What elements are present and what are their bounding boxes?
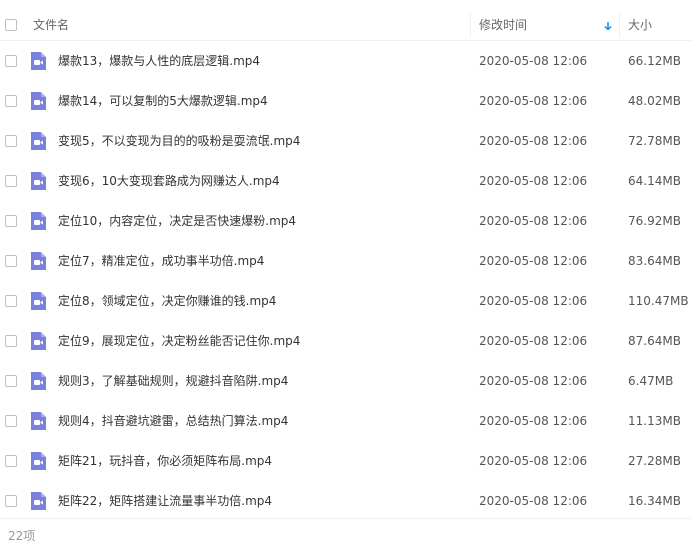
row-checkbox[interactable] xyxy=(5,455,17,467)
table-row[interactable]: 定位7，精准定位，成功事半功倍.mp4 2020-05-08 12:06 83.64… xyxy=(0,241,691,281)
row-checkbox[interactable] xyxy=(5,415,17,427)
video-file-icon xyxy=(31,212,46,230)
table-row[interactable]: 爆款13，爆款与人性的底层逻辑.mp4 2020-05-08 12:06 66.12… xyxy=(0,41,691,81)
table-row[interactable]: 定位8，领域定位，决定你赚谁的钱.mp4 2020-05-08 12:06 110.… xyxy=(0,281,691,321)
file-size: 27.28MB xyxy=(628,454,681,468)
video-file-icon xyxy=(31,52,46,70)
row-checkbox[interactable] xyxy=(5,55,17,67)
table-row[interactable]: 变现5，不以变现为目的的吸粉是耍流氓.mp4 2020-05-08 12:06 72… xyxy=(0,121,691,161)
video-file-icon xyxy=(31,172,46,190)
file-modified-date: 2020-05-08 12:06 xyxy=(479,454,588,468)
file-name[interactable]: 变现6，10大变现套路成为网赚达人.mp4 xyxy=(58,161,280,201)
file-name[interactable]: 定位10，内容定位，决定是否快速爆粉.mp4 xyxy=(58,201,296,241)
row-checkbox[interactable] xyxy=(5,95,17,107)
row-checkbox[interactable] xyxy=(5,175,17,187)
column-header-size[interactable]: 大小 xyxy=(628,10,652,40)
file-size: 83.64MB xyxy=(628,254,681,268)
column-divider[interactable] xyxy=(619,12,620,38)
video-file-icon xyxy=(31,292,46,310)
file-modified-date: 2020-05-08 12:06 xyxy=(479,214,588,228)
video-file-icon xyxy=(31,412,46,430)
row-checkbox[interactable] xyxy=(5,495,17,507)
file-modified-date: 2020-05-08 12:06 xyxy=(479,54,588,68)
file-name[interactable]: 定位9，展现定位，决定粉丝能否记住你.mp4 xyxy=(58,321,300,361)
row-checkbox[interactable] xyxy=(5,295,17,307)
file-list: 爆款13，爆款与人性的底层逻辑.mp4 2020-05-08 12:06 66.12… xyxy=(0,41,691,521)
file-modified-date: 2020-05-08 12:06 xyxy=(479,134,588,148)
file-size: 76.92MB xyxy=(628,214,681,228)
video-file-icon xyxy=(31,492,46,510)
video-file-icon xyxy=(31,252,46,270)
table-row[interactable]: 规则4，抖音避坑避雷，总结热门算法.mp4 2020-05-08 12:06 11.… xyxy=(0,401,691,441)
file-size: 16.34MB xyxy=(628,494,681,508)
file-modified-date: 2020-05-08 12:06 xyxy=(479,494,588,508)
table-header: 文件名 修改时间 大小 xyxy=(0,10,691,41)
file-name[interactable]: 变现5，不以变现为目的的吸粉是耍流氓.mp4 xyxy=(58,121,300,161)
file-name[interactable]: 矩阵21，玩抖音，你必须矩阵布局.mp4 xyxy=(58,441,272,481)
table-row[interactable]: 规则3，了解基础规则，规避抖音陷阱.mp4 2020-05-08 12:06 6.4… xyxy=(0,361,691,401)
file-size: 6.47MB xyxy=(628,374,674,388)
file-size: 48.02MB xyxy=(628,94,681,108)
table-row[interactable]: 爆款14，可以复制的5大爆款逻辑.mp4 2020-05-08 12:06 48.0… xyxy=(0,81,691,121)
video-file-icon xyxy=(31,372,46,390)
file-size: 66.12MB xyxy=(628,54,681,68)
file-size: 87.64MB xyxy=(628,334,681,348)
table-row[interactable]: 矩阵22，矩阵搭建让流量事半功倍.mp4 2020-05-08 12:06 16.3… xyxy=(0,481,691,521)
file-size: 64.14MB xyxy=(628,174,681,188)
column-header-name[interactable]: 文件名 xyxy=(33,10,69,40)
video-file-icon xyxy=(31,332,46,350)
file-modified-date: 2020-05-08 12:06 xyxy=(479,174,588,188)
file-name[interactable]: 定位8，领域定位，决定你赚谁的钱.mp4 xyxy=(58,281,276,321)
file-modified-date: 2020-05-08 12:06 xyxy=(479,334,588,348)
table-row[interactable]: 矩阵21，玩抖音，你必须矩阵布局.mp4 2020-05-08 12:06 27.2… xyxy=(0,441,691,481)
file-name[interactable]: 规则4，抖音避坑避雷，总结热门算法.mp4 xyxy=(58,401,288,441)
item-count: 22项 xyxy=(8,529,36,543)
table-row[interactable]: 定位10，内容定位，决定是否快速爆粉.mp4 2020-05-08 12:06 76… xyxy=(0,201,691,241)
column-divider[interactable] xyxy=(470,12,471,38)
file-modified-date: 2020-05-08 12:06 xyxy=(479,374,588,388)
file-size: 110.47MB xyxy=(628,294,689,308)
status-bar: 22项 xyxy=(0,518,691,545)
file-modified-date: 2020-05-08 12:06 xyxy=(479,254,588,268)
video-file-icon xyxy=(31,452,46,470)
file-modified-date: 2020-05-08 12:06 xyxy=(479,94,588,108)
row-checkbox[interactable] xyxy=(5,255,17,267)
row-checkbox[interactable] xyxy=(5,335,17,347)
file-modified-date: 2020-05-08 12:06 xyxy=(479,294,588,308)
file-name[interactable]: 爆款13，爆款与人性的底层逻辑.mp4 xyxy=(58,41,260,81)
column-header-modified[interactable]: 修改时间 xyxy=(479,10,527,40)
video-file-icon xyxy=(31,92,46,110)
select-all-checkbox[interactable] xyxy=(5,19,17,31)
video-file-icon xyxy=(31,132,46,150)
file-name[interactable]: 规则3，了解基础规则，规避抖音陷阱.mp4 xyxy=(58,361,288,401)
file-modified-date: 2020-05-08 12:06 xyxy=(479,414,588,428)
file-size: 72.78MB xyxy=(628,134,681,148)
file-size: 11.13MB xyxy=(628,414,681,428)
arrow-down-icon[interactable] xyxy=(603,21,613,31)
table-row[interactable]: 定位9，展现定位，决定粉丝能否记住你.mp4 2020-05-08 12:06 87… xyxy=(0,321,691,361)
row-checkbox[interactable] xyxy=(5,215,17,227)
file-name[interactable]: 爆款14，可以复制的5大爆款逻辑.mp4 xyxy=(58,81,268,121)
file-name[interactable]: 定位7，精准定位，成功事半功倍.mp4 xyxy=(58,241,264,281)
row-checkbox[interactable] xyxy=(5,135,17,147)
table-row[interactable]: 变现6，10大变现套路成为网赚达人.mp4 2020-05-08 12:06 64.… xyxy=(0,161,691,201)
file-name[interactable]: 矩阵22，矩阵搭建让流量事半功倍.mp4 xyxy=(58,481,272,521)
row-checkbox[interactable] xyxy=(5,375,17,387)
